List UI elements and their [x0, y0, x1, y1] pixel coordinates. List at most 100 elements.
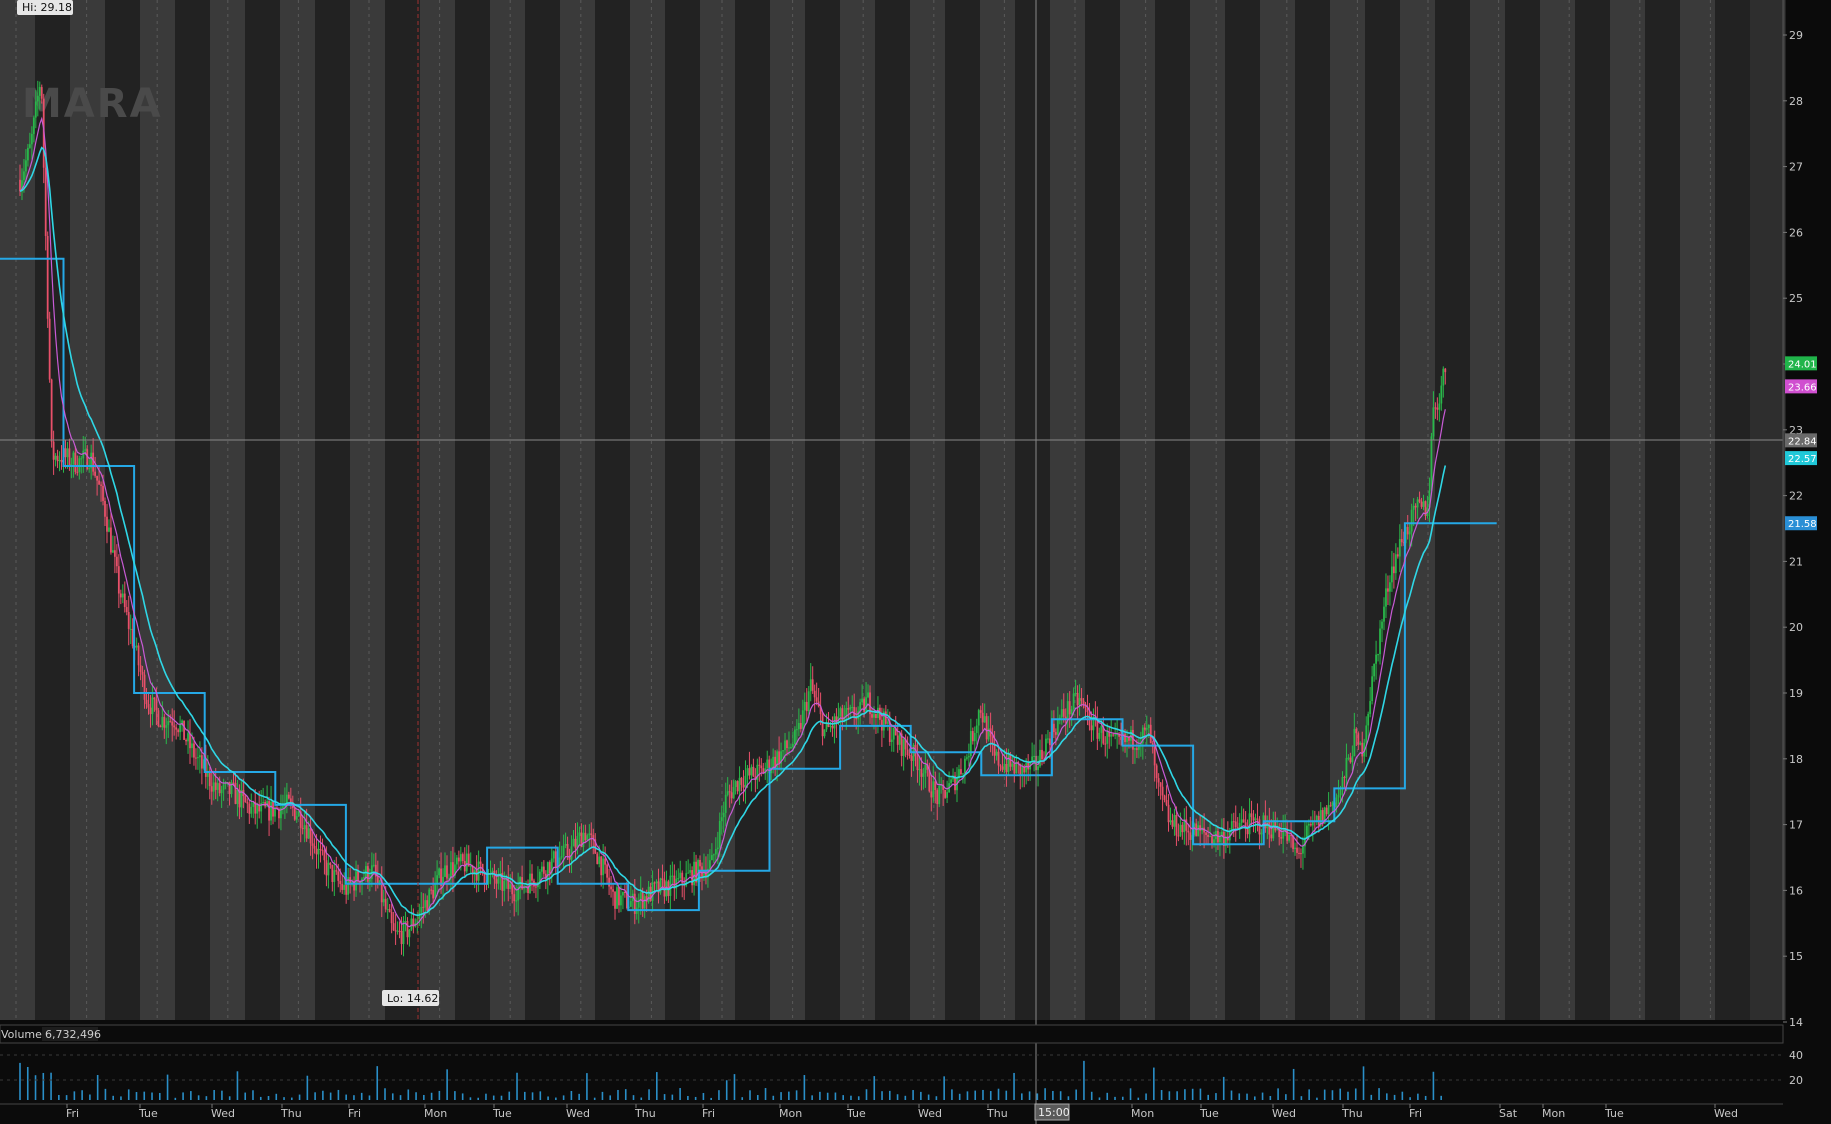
candle-body [578, 832, 581, 836]
session-band [262, 0, 281, 1020]
candle-body [406, 921, 409, 938]
volume-bar [368, 1095, 371, 1100]
low-label: Lo: 14.62 [387, 992, 438, 1005]
candle-body [788, 747, 790, 749]
volume-bar [523, 1091, 526, 1100]
volume-bar [788, 1091, 790, 1100]
volume-bar [1222, 1076, 1225, 1100]
candle-body [457, 857, 460, 862]
candle-body [46, 235, 49, 319]
candle-body [930, 791, 933, 798]
volume-bar [718, 1090, 720, 1100]
volume-bar [1137, 1097, 1140, 1100]
candle-body [1375, 654, 1377, 664]
candle-body [1155, 765, 1158, 779]
session-band [1155, 0, 1173, 1020]
volume-bar [1331, 1090, 1334, 1100]
candle-body [839, 708, 842, 717]
candle-body [394, 930, 397, 932]
candle-body [66, 448, 69, 458]
session-band [1330, 0, 1348, 1020]
candle-body [1025, 762, 1028, 773]
candle-body [1371, 676, 1374, 702]
session-band [1015, 0, 1033, 1020]
candle-body [372, 864, 375, 866]
candle-body [23, 171, 25, 181]
volume-bar [1316, 1097, 1318, 1100]
volume-bar [927, 1094, 930, 1100]
candle-body [84, 449, 87, 451]
candle-body [564, 843, 567, 846]
candle-body [993, 744, 996, 756]
volume-bar [508, 1091, 511, 1100]
candle-body [977, 710, 980, 726]
candle-body [898, 733, 901, 745]
candle-body [552, 851, 555, 859]
volume-bar [112, 1095, 114, 1100]
candle-body [1300, 853, 1302, 855]
candle-body [1104, 743, 1107, 745]
volume-bar [228, 1096, 231, 1100]
candle-body [861, 698, 864, 703]
candle-body [173, 725, 176, 728]
candle-body [212, 782, 215, 792]
candle-body [76, 471, 79, 473]
candle-body [1298, 852, 1300, 854]
candle-body [56, 455, 59, 462]
session-band [490, 0, 508, 1020]
session-band [892, 0, 911, 1020]
session-band [525, 0, 543, 1020]
candle-body [169, 721, 172, 723]
stock-chart[interactable]: MARA Hi: 29.18 Lo: 14.62 141516171819202… [0, 0, 1831, 1124]
candle-body [1258, 819, 1261, 835]
volume-bar [252, 1090, 254, 1100]
candle-body [38, 87, 41, 96]
session-band [560, 0, 578, 1020]
candle-body [995, 751, 998, 756]
candle-body [1387, 588, 1389, 592]
candle-body [1325, 807, 1328, 815]
candle-body [119, 593, 122, 598]
volume-bar [1409, 1097, 1411, 1100]
candle-body [932, 781, 935, 798]
candle-body [108, 527, 110, 532]
candle-body [794, 729, 796, 744]
candle-body [48, 318, 51, 380]
volume-bar [570, 1090, 573, 1100]
candle-body [920, 769, 923, 777]
candle-body [450, 862, 452, 879]
volume-bar [873, 1076, 876, 1100]
volume-bar [764, 1088, 767, 1100]
time-tick-label: Wed [211, 1107, 235, 1120]
candle-body [444, 865, 446, 877]
candle-body [1307, 823, 1310, 826]
candle-body [139, 665, 142, 672]
candle-body [801, 710, 804, 729]
volume-bar [741, 1097, 744, 1100]
candle-body [1143, 727, 1146, 730]
volume-bar [966, 1091, 969, 1100]
candle-body [1147, 724, 1150, 729]
volume-bar [151, 1092, 153, 1100]
session-band [735, 0, 753, 1020]
candle-body [459, 854, 462, 862]
volume-bar [438, 1090, 441, 1100]
candle-body [610, 886, 612, 890]
volume-bar [857, 1096, 860, 1100]
volume-bar [547, 1096, 549, 1100]
volume-bar [360, 1092, 363, 1100]
candle-body [117, 566, 120, 594]
candle-body [1252, 817, 1255, 821]
volume-bar [865, 1089, 868, 1100]
volume-bar [733, 1074, 736, 1100]
candle-body [187, 733, 189, 742]
candle-body [404, 921, 407, 923]
session-band [857, 0, 876, 1020]
candle-body [161, 716, 164, 728]
volume-bar [593, 1097, 596, 1100]
candle-body [72, 452, 75, 465]
volume-bar [1292, 1068, 1295, 1100]
volume-title: Volume [1, 1028, 42, 1041]
candle-body [999, 765, 1002, 767]
volume-bar [1261, 1092, 1264, 1100]
